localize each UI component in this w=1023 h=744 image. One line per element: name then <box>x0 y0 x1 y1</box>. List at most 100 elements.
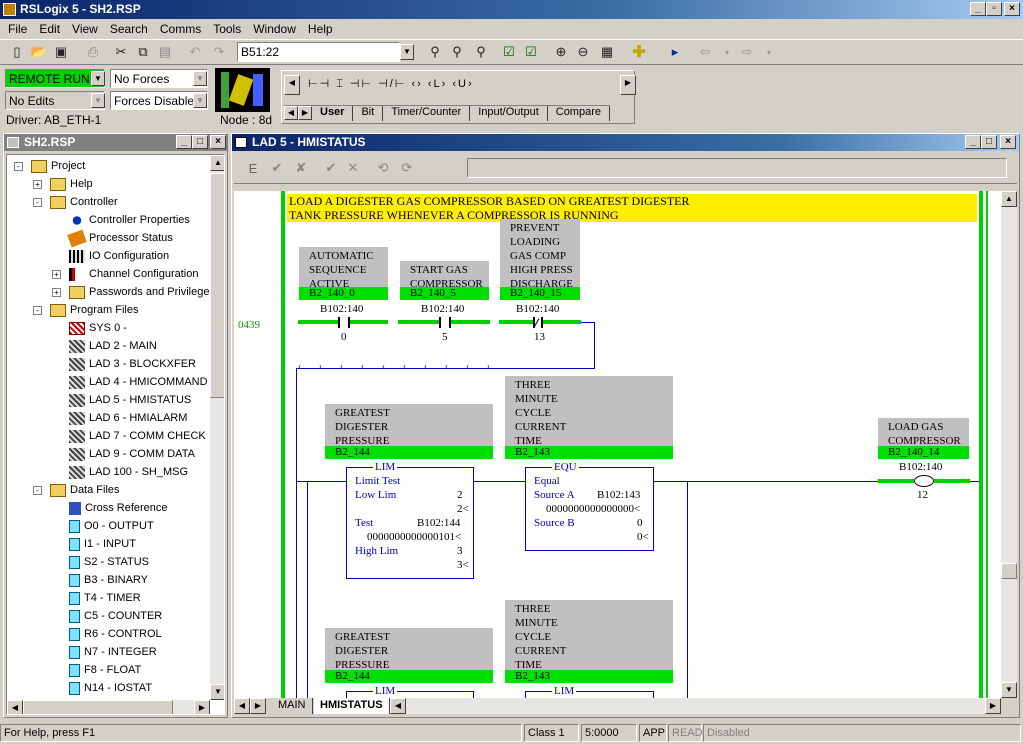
ladder-scroll-right[interactable]: ▶ <box>985 698 1001 714</box>
edits-field[interactable]: No Edits ▼ <box>5 91 105 110</box>
undo-icon[interactable]: ↶ <box>184 41 206 63</box>
tab-user[interactable]: User <box>312 106 354 121</box>
branch-icon[interactable]: ⊢⊣ <box>308 78 331 90</box>
start-edit-icon[interactable]: E <box>242 157 264 179</box>
tree-item[interactable]: O0 - OUTPUT <box>69 517 154 535</box>
xio-icon[interactable]: ⊣/⊢ <box>378 78 406 90</box>
menu-file[interactable]: File <box>2 22 33 36</box>
tree-item[interactable]: T4 - TIMER <box>69 589 141 607</box>
untest-edits-icon[interactable]: ⟳ <box>396 157 418 179</box>
tree-horizontal-scrollbar[interactable]: ◀ ▶ <box>7 700 210 714</box>
mode-dropdown-icon[interactable]: ▼ <box>91 71 105 86</box>
accept-edits-icon[interactable]: ✔ <box>266 157 288 179</box>
assemble-edits-icon[interactable]: ✔ <box>320 157 342 179</box>
tree-expander[interactable]: - <box>14 162 23 171</box>
close-button[interactable]: × <box>1004 2 1020 16</box>
tree-item[interactable]: Controller Properties <box>69 211 190 229</box>
rung-number[interactable]: 0439 <box>238 319 260 331</box>
mode-field[interactable]: REMOTE RUN ▼ <box>5 69 105 88</box>
minimize-button[interactable]: _ <box>970 2 986 16</box>
tree-scroll-right[interactable]: ▶ <box>194 700 210 714</box>
tree-scroll-down[interactable]: ▼ <box>210 684 224 700</box>
cut-icon[interactable]: ✂ <box>110 41 132 63</box>
contact-3-xio[interactable] <box>499 317 581 328</box>
palette-scroll-right[interactable]: ▶ <box>620 75 636 95</box>
project-close-button[interactable]: × <box>210 135 226 149</box>
tree-item[interactable]: I1 - INPUT <box>69 535 136 553</box>
tree-item[interactable]: LAD 3 - BLOCKXFER <box>69 355 196 373</box>
tree-item[interactable]: Data Files <box>50 481 120 499</box>
forward-dropdown-icon[interactable]: ▾ <box>758 41 780 63</box>
find-next-icon[interactable]: ⚲ <box>446 41 468 63</box>
file-tab-scroll-right[interactable]: ▶ <box>250 698 266 714</box>
tab-timer-counter[interactable]: Timer/Counter <box>383 106 471 121</box>
ladder-scroll-left[interactable]: ◀ <box>390 698 406 714</box>
ladder-minimize-button[interactable]: _ <box>965 135 981 149</box>
tree-item[interactable]: S2 - STATUS <box>69 553 149 571</box>
tree-item[interactable]: Program Files <box>50 301 138 319</box>
add-rung-icon[interactable]: ✚ <box>628 41 650 63</box>
tree-vertical-scrollbar[interactable]: ▲ ▼ <box>210 155 224 700</box>
menu-tools[interactable]: Tools <box>207 22 247 36</box>
tree-item[interactable]: LAD 6 - HMIALARM <box>69 409 187 427</box>
ladder-scroll-thumb[interactable] <box>1001 563 1017 579</box>
forces-state-field[interactable]: Forces Disabled ▼ <box>110 91 208 110</box>
redo-icon[interactable]: ↷ <box>208 41 230 63</box>
tree-item[interactable]: N7 - INTEGER <box>69 643 157 661</box>
cancel-all-icon[interactable]: ✕ <box>342 157 364 179</box>
find-replace-icon[interactable]: ⚲ <box>470 41 492 63</box>
tree-item[interactable]: C5 - COUNTER <box>69 607 162 625</box>
project-maximize-button[interactable]: □ <box>192 135 208 149</box>
lim-instruction[interactable]: LIM Limit Test Low Lim 2 2< Test B102:14… <box>346 461 474 579</box>
tree-item[interactable]: B3 - BINARY <box>69 571 148 589</box>
tree-item[interactable]: Processor Status <box>67 229 173 247</box>
ladder-scroll-up[interactable]: ▲ <box>1001 191 1017 207</box>
tree-item[interactable]: LAD 4 - HMICOMMAND <box>69 373 208 391</box>
tree-item[interactable]: SYS 0 - <box>69 319 127 337</box>
forces-dropdown-icon[interactable]: ▼ <box>193 71 207 86</box>
paste-icon[interactable]: ▤ <box>154 41 176 63</box>
search-icon[interactable]: ⚲ <box>424 41 446 63</box>
tree-expander[interactable]: - <box>33 198 42 207</box>
tree-expander[interactable]: + <box>52 270 61 279</box>
ladder-vertical-scrollbar[interactable]: ▲ ▼ <box>1001 191 1017 698</box>
rung-description-field[interactable] <box>467 158 1007 178</box>
project-minimize-button[interactable]: _ <box>176 135 192 149</box>
edits-dropdown-icon[interactable]: ▼ <box>91 93 105 108</box>
tree-scroll-up[interactable]: ▲ <box>210 155 224 171</box>
file-tab-hmistatus[interactable]: HMISTATUS <box>314 698 390 714</box>
restore-button[interactable]: ▫ <box>986 2 1002 16</box>
menu-comms[interactable]: Comms <box>154 22 207 36</box>
xic-icon[interactable]: ⊣⊢ <box>350 78 373 90</box>
zoom-out-icon[interactable]: ⊖ <box>572 41 594 63</box>
verify-file-icon[interactable]: ☑ <box>498 41 520 63</box>
lower-equ-instruction[interactable]: LIM <box>525 685 654 698</box>
tree-expander[interactable]: + <box>52 288 61 297</box>
tree-item[interactable]: Passwords and Privileges <box>69 283 215 301</box>
tree-scroll-left[interactable]: ◀ <box>7 700 23 714</box>
grid-view-icon[interactable]: ▦ <box>596 41 618 63</box>
tree-item[interactable]: LAD 5 - HMISTATUS <box>69 391 191 409</box>
ladder-scroll-down[interactable]: ▼ <box>1001 682 1017 698</box>
print-icon[interactable]: ⎙ <box>82 41 104 63</box>
tab-scroll-left[interactable]: ◀ <box>284 106 298 120</box>
tree-scroll-thumb[interactable] <box>210 173 224 398</box>
tree-item[interactable]: LAD 100 - SH_MSG <box>69 463 188 481</box>
equ-instruction[interactable]: EQU Equal Source A B102:143 000000000000… <box>525 461 654 551</box>
processor-animation-icon[interactable] <box>215 68 270 112</box>
ladder-maximize-button[interactable]: □ <box>981 135 997 149</box>
tree-item[interactable]: LAD 9 - COMM DATA <box>69 445 195 463</box>
test-edits-icon[interactable]: ⟲ <box>372 157 394 179</box>
back-arrow-icon[interactable]: ⇦ <box>694 41 716 63</box>
forces-field[interactable]: No Forces ▼ <box>110 69 208 88</box>
tree-expander[interactable]: - <box>33 306 42 315</box>
back-dropdown-icon[interactable]: ▾ <box>716 41 738 63</box>
tab-bit[interactable]: Bit <box>353 106 384 121</box>
file-tab-scroll-left[interactable]: ◀ <box>234 698 250 714</box>
cancel-edits-icon[interactable]: ✘ <box>290 157 312 179</box>
contact-1-xic[interactable] <box>298 317 388 328</box>
rung-icon[interactable]: ⌶ <box>336 78 345 90</box>
palette-scroll-left[interactable]: ◀ <box>284 75 300 95</box>
tree-item[interactable]: R6 - CONTROL <box>69 625 162 643</box>
copy-icon[interactable]: ⧉ <box>132 41 154 63</box>
